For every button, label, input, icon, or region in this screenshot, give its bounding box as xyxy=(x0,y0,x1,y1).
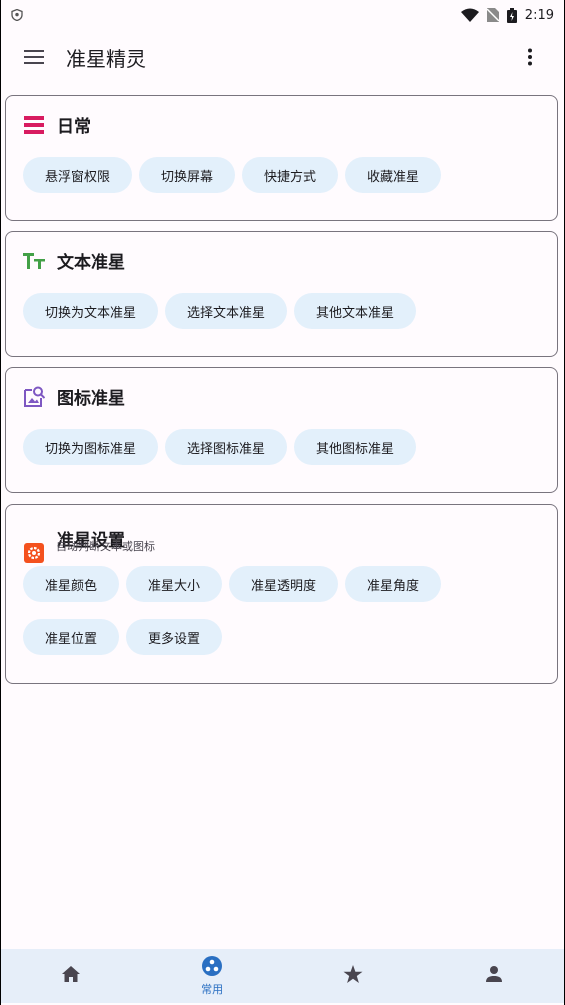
chip-float-window-permission[interactable]: 悬浮窗权限 xyxy=(23,157,133,193)
nav-profile[interactable] xyxy=(423,949,564,1003)
status-bar: 2:19 xyxy=(1,0,564,30)
card-title: 图标准星 xyxy=(57,389,125,409)
app-screen: 2:19 准星精灵 日常 悬浮窗权限 切换屏幕 快捷方式 收藏准星 文本准星 切… xyxy=(1,0,564,1005)
nav-favorites[interactable] xyxy=(283,949,424,1003)
hamburger-menu-icon[interactable] xyxy=(10,33,58,81)
chip-favorite-crosshair[interactable]: 收藏准星 xyxy=(345,157,442,193)
chip-crosshair-size[interactable]: 准星大小 xyxy=(126,566,223,602)
chip-crosshair-position[interactable]: 准星位置 xyxy=(23,619,120,655)
card-title: 日常 xyxy=(57,117,91,137)
card-title: 文本准星 xyxy=(57,253,125,273)
status-time: 2:19 xyxy=(524,7,554,23)
chip-crosshair-angle[interactable]: 准星角度 xyxy=(345,566,442,602)
chip-switch-to-text[interactable]: 切换为文本准星 xyxy=(23,293,159,329)
text-format-icon xyxy=(23,250,45,272)
card-daily: 日常 悬浮窗权限 切换屏幕 快捷方式 收藏准星 xyxy=(5,95,558,221)
more-vert-icon[interactable] xyxy=(506,33,554,81)
chip-other-icon[interactable]: 其他图标准星 xyxy=(294,429,417,465)
chip-more-settings[interactable]: 更多设置 xyxy=(126,619,223,655)
chip-other-text[interactable]: 其他文本准星 xyxy=(294,293,417,329)
chip-crosshair-color[interactable]: 准星颜色 xyxy=(23,566,120,602)
chip-shortcut[interactable]: 快捷方式 xyxy=(242,157,339,193)
home-icon xyxy=(62,966,81,986)
chip-switch-screen[interactable]: 切换屏幕 xyxy=(139,157,236,193)
top-app-bar: 准星精灵 xyxy=(1,30,564,84)
nav-home[interactable] xyxy=(1,949,142,1003)
card-crosshair-settings: 准星设置 自动判断文本或图标 准星颜色 准星大小 准星透明度 准星角度 准星位置… xyxy=(5,504,558,684)
battery-icon xyxy=(506,7,517,23)
nav-label-common: 常用 xyxy=(201,982,224,996)
app-title: 准星精灵 xyxy=(66,46,146,71)
person-icon xyxy=(485,966,502,986)
chip-select-text[interactable]: 选择文本准星 xyxy=(165,293,288,329)
no-sim-icon xyxy=(486,8,499,22)
star-icon xyxy=(343,964,363,988)
card-icon-crosshair: 图标准星 切换为图标准星 选择图标准星 其他图标准星 xyxy=(5,367,558,493)
image-search-icon xyxy=(23,386,45,408)
wifi-icon xyxy=(460,8,479,22)
chip-crosshair-opacity[interactable]: 准星透明度 xyxy=(229,566,339,602)
card-text-crosshair: 文本准星 切换为文本准星 选择文本准星 其他文本准星 xyxy=(5,231,558,357)
bottom-navigation: 常用 xyxy=(1,949,564,1003)
daily-list-icon xyxy=(23,114,45,136)
chip-select-icon[interactable]: 选择图标准星 xyxy=(165,429,288,465)
settings-gear-icon xyxy=(23,542,45,564)
common-icon xyxy=(202,955,223,980)
chip-switch-to-icon[interactable]: 切换为图标准星 xyxy=(23,429,159,465)
nav-common[interactable]: 常用 xyxy=(142,949,283,1003)
card-subtitle: 自动判断文本或图标 xyxy=(56,540,155,553)
shield-icon xyxy=(11,9,23,21)
